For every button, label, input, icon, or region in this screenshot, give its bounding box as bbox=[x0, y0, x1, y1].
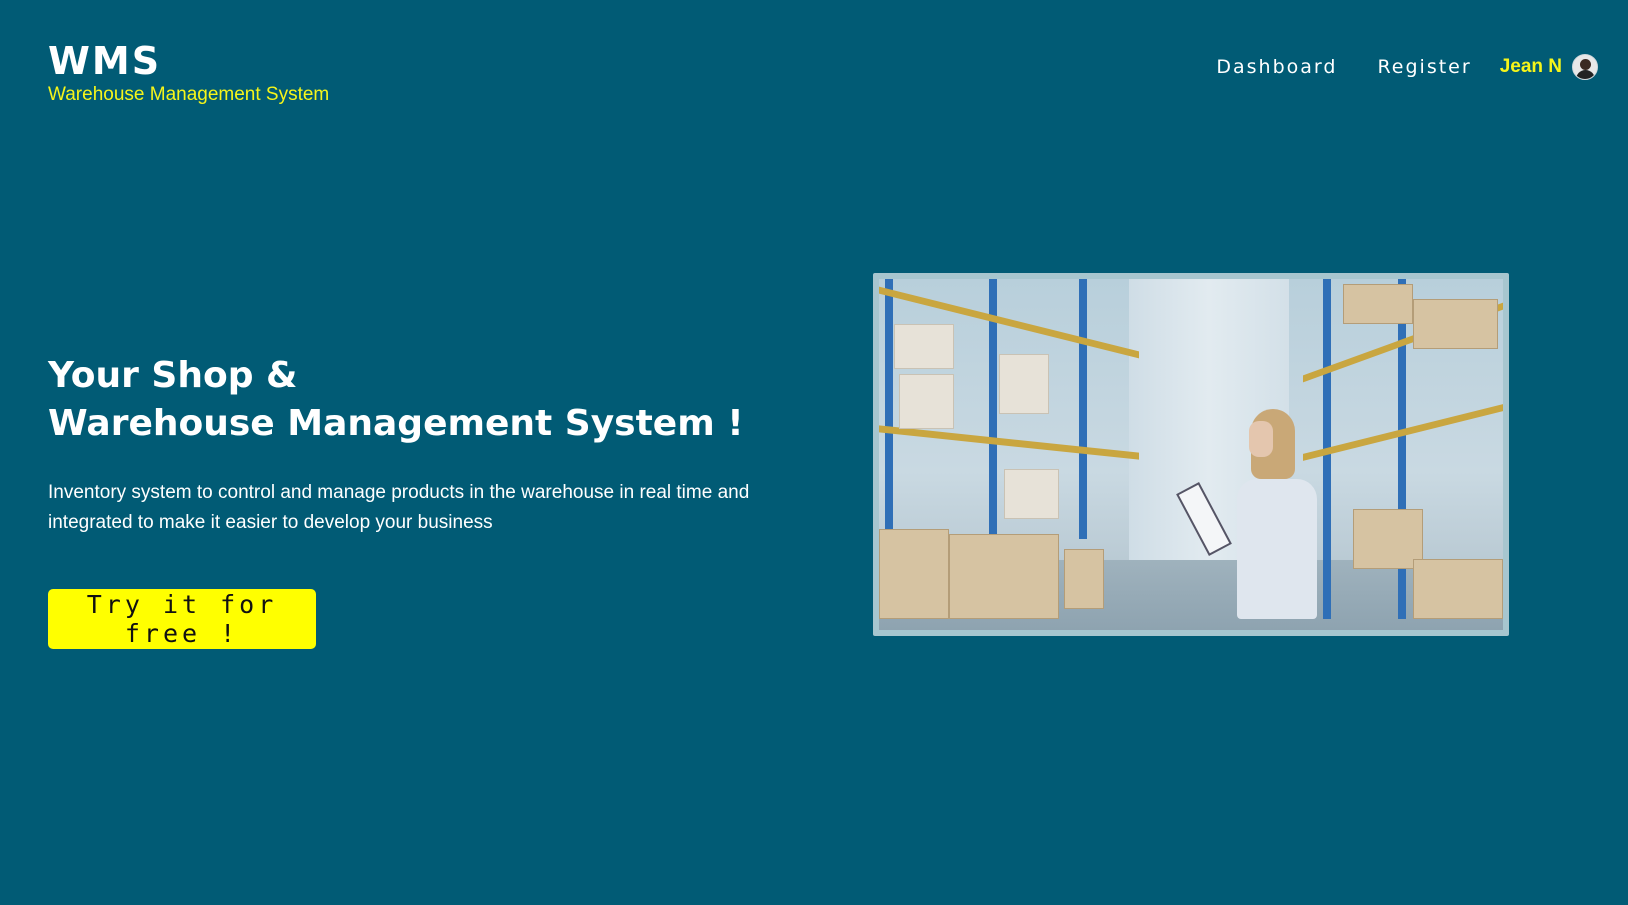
avatar-head bbox=[1580, 59, 1591, 70]
hero-title-line2: Warehouse Management System ! bbox=[48, 403, 744, 444]
try-free-button[interactable]: Try it for free ! bbox=[48, 589, 316, 649]
photo-shelf-left bbox=[879, 279, 1149, 630]
hero-description: Inventory system to control and manage p… bbox=[48, 482, 750, 533]
shelf-box bbox=[1413, 559, 1503, 619]
avatar-body bbox=[1576, 70, 1595, 79]
avatar-icon[interactable] bbox=[1572, 54, 1598, 80]
hero-title-line1: Your Shop & bbox=[48, 355, 298, 396]
shelf-box bbox=[899, 374, 954, 429]
hero-section: Your Shop & Warehouse Management System … bbox=[48, 352, 808, 538]
nav-register-link[interactable]: Register bbox=[1377, 56, 1471, 78]
brand-subtitle: Warehouse Management System bbox=[48, 84, 330, 105]
nav-dashboard-link[interactable]: Dashboard bbox=[1216, 56, 1337, 78]
top-nav: Dashboard Register Jean N bbox=[1176, 54, 1598, 80]
shelf-box bbox=[949, 534, 1059, 619]
shelf-box bbox=[1064, 549, 1104, 609]
shelf-box bbox=[1004, 469, 1059, 519]
hero-title: Your Shop & Warehouse Management System … bbox=[48, 352, 808, 448]
brand-title[interactable]: WMS bbox=[48, 38, 329, 84]
shelf-box bbox=[999, 354, 1049, 414]
user-menu[interactable]: Jean N bbox=[1500, 54, 1598, 80]
warehouse-photo bbox=[879, 279, 1503, 630]
photo-shelf-right bbox=[1303, 279, 1503, 630]
brand[interactable]: WMS Warehouse Management System bbox=[48, 38, 329, 106]
user-name[interactable]: Jean N bbox=[1500, 56, 1562, 78]
shelf-box bbox=[894, 324, 954, 369]
landing-page: WMS Warehouse Management System Dashboar… bbox=[0, 0, 1628, 905]
shelf-box bbox=[1413, 299, 1498, 349]
hero-image-frame bbox=[873, 273, 1509, 636]
shelf-post bbox=[1079, 279, 1087, 539]
person-shirt bbox=[1237, 479, 1317, 619]
person-face bbox=[1249, 421, 1273, 457]
shelf-box bbox=[1343, 284, 1413, 324]
photo-person bbox=[1176, 409, 1329, 629]
shelf-box bbox=[879, 529, 949, 619]
shelf-beam bbox=[879, 425, 1139, 460]
